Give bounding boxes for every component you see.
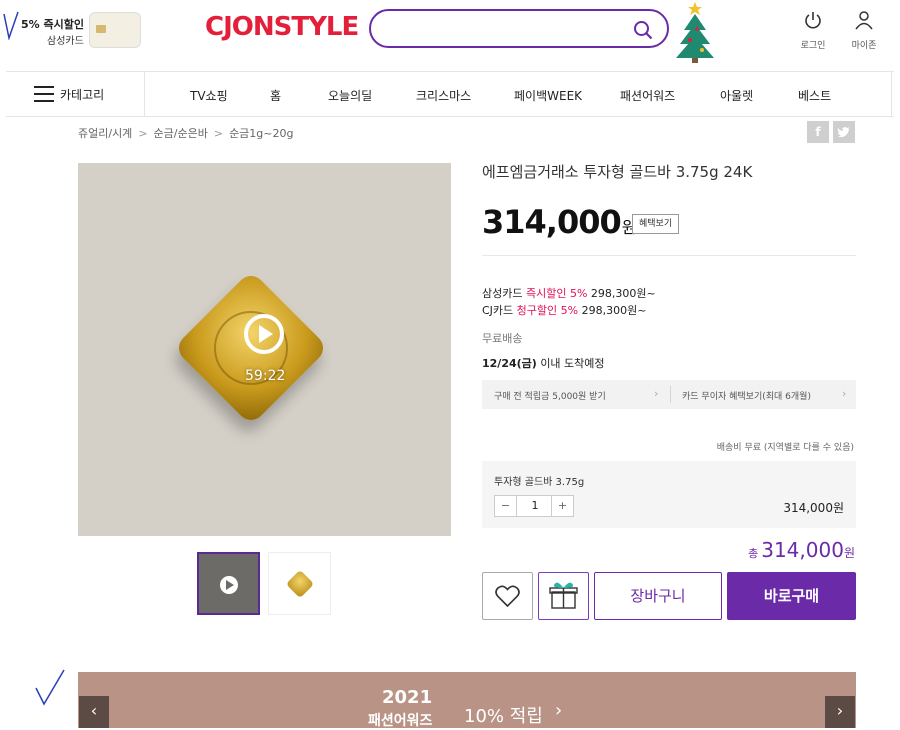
gift-button[interactable] — [538, 572, 589, 620]
login-label: 로그인 — [800, 41, 826, 51]
card-name: 삼성카드 — [482, 287, 523, 300]
chevron-right-icon: › — [654, 387, 659, 400]
nav-item-todays-deal[interactable]: 오늘의딜 — [328, 87, 372, 104]
option-name: 투자형 골드바 3.75g — [494, 477, 585, 488]
breadcrumb-item[interactable]: 순금1g~20g — [229, 127, 293, 140]
card-discount-row: 삼성카드 즉시할인 5% 298,300원~ — [482, 285, 656, 301]
user-icon — [855, 11, 873, 30]
chevron-right-icon: > — [138, 127, 148, 140]
nav-item-outlet[interactable]: 아울렛 — [720, 87, 753, 104]
hamburger-icon — [34, 86, 54, 102]
christmas-tree-icon — [676, 2, 714, 63]
header: 5% 즉시할인 삼성카드 CJONSTYLE 로그인 마이존 — [0, 0, 900, 70]
discount-price: 298,300원~ — [581, 304, 647, 317]
banner-next-button[interactable]: › — [825, 696, 855, 728]
delivery-suffix: 이내 도착예정 — [540, 357, 605, 370]
play-icon — [220, 576, 238, 594]
buy-now-button[interactable]: 바로구매 — [727, 572, 856, 620]
breadcrumb-item[interactable]: 쥬얼리/시계 — [78, 127, 132, 140]
chevron-right-icon: > — [213, 127, 224, 140]
samsung-card-promo[interactable]: 5% 즉시할인 삼성카드 — [3, 6, 141, 50]
total-price: 총 314,000원 — [748, 538, 855, 562]
twitter-share-icon[interactable] — [833, 121, 855, 143]
wishlist-button[interactable] — [482, 572, 533, 620]
banner-subtitle: 패션어워즈 — [368, 713, 433, 729]
main-nav: 카테고리 TV쇼핑 홈 오늘의딜 크리스마스 페이백WEEK 패션어워즈 아울렛… — [6, 71, 894, 117]
total-value: 314,000 — [761, 538, 844, 562]
nav-item-christmas[interactable]: 크리스마스 — [416, 87, 471, 104]
nav-item-tv-shopping[interactable]: TV쇼핑 — [190, 87, 228, 104]
logo-cj: CJ — [205, 12, 233, 42]
login-button[interactable]: 로그인 — [799, 10, 827, 51]
nav-divider — [144, 72, 145, 117]
category-menu-button[interactable]: 카테고리 — [34, 72, 134, 116]
banner-prev-button[interactable]: ‹ — [79, 696, 109, 728]
decrease-button[interactable]: − — [495, 496, 517, 516]
fashion-awards-banner[interactable]: 2021 패션어워즈 10% 적립 › — [78, 672, 856, 729]
option-price: 314,000원 — [783, 501, 844, 515]
logo-onstyle: ONSTYLE — [231, 12, 359, 42]
points-benefit-link[interactable]: 구매 전 적립금 5,000원 받기 — [494, 389, 606, 402]
search-box[interactable] — [369, 9, 669, 48]
chevron-right-icon: › — [555, 700, 563, 721]
increase-button[interactable]: + — [551, 496, 573, 516]
promo-card-text: 삼성카드 — [47, 36, 84, 47]
shipping-note: 배송비 무료 (지역별로 다를 수 있음) — [716, 443, 854, 453]
breadcrumb: 쥬얼리/시계 > 순금/순은바 > 순금1g~20g — [78, 125, 293, 141]
nav-item-home[interactable]: 홈 — [270, 87, 281, 104]
benefit-row: 구매 전 적립금 5,000원 받기 › 카드 무이자 혜택보기(최대 6개월)… — [482, 380, 856, 409]
cj-onstyle-logo[interactable]: CJONSTYLE — [205, 12, 359, 42]
nav-item-payback-week[interactable]: 페이백WEEK — [514, 87, 582, 104]
mypage-label: 마이존 — [851, 41, 877, 51]
discount-price: 298,300원~ — [590, 287, 656, 300]
product-main-image[interactable]: 59:22 — [78, 163, 451, 536]
card-discount-row: CJ카드 청구할인 5% 298,300원~ — [482, 302, 646, 318]
search-input[interactable] — [387, 19, 627, 39]
card-name: CJ카드 — [482, 304, 514, 317]
gift-icon — [549, 582, 578, 609]
play-icon[interactable] — [243, 313, 285, 355]
check-mark-icon — [35, 669, 65, 706]
heart-icon — [495, 585, 520, 608]
total-currency: 원 — [843, 546, 855, 560]
breadcrumb-item[interactable]: 순금/순은바 — [154, 127, 208, 140]
delivery-estimate: 12/24(금) 이내 도착예정 — [482, 355, 605, 371]
power-icon — [805, 12, 821, 29]
option-box: 투자형 골드바 3.75g − 1 + 314,000원 — [482, 461, 856, 528]
search-icon[interactable] — [633, 20, 653, 40]
total-label: 총 — [748, 547, 759, 560]
category-label: 카테고리 — [60, 88, 105, 102]
price-value: 314,000 — [482, 203, 622, 241]
nav-item-fashion-awards[interactable]: 패션어워즈 — [620, 87, 675, 104]
divider — [670, 386, 671, 403]
quantity-stepper: − 1 + — [494, 495, 574, 517]
promo-discount-text: 5% 즉시할인 — [21, 18, 84, 31]
shipping-info: 무료배송 — [482, 332, 523, 345]
thumbnail-image[interactable] — [268, 552, 331, 615]
delivery-date: 12/24(금) — [482, 357, 537, 370]
nav-item-best[interactable]: 베스트 — [798, 87, 831, 104]
product-title: 에프엠금거래소 투자형 골드바 3.75g 24K — [482, 163, 753, 181]
facebook-share-icon[interactable]: f — [807, 121, 829, 143]
discount-label: 청구할인 5% — [516, 304, 579, 317]
video-duration: 59:22 — [245, 368, 286, 384]
benefit-view-button[interactable]: 혜택보기 — [632, 214, 680, 234]
mypage-button[interactable]: 마이존 — [849, 10, 879, 51]
product-price: 314,000원 — [482, 203, 636, 241]
banner-rate: 10% 적립 — [464, 706, 543, 727]
divider — [482, 255, 856, 256]
thumbnail-video[interactable] — [197, 552, 260, 615]
cart-button[interactable]: 장바구니 — [594, 572, 722, 620]
chevron-right-icon: › — [842, 387, 847, 400]
nav-divider — [891, 72, 892, 117]
quantity-value[interactable]: 1 — [517, 496, 553, 516]
discount-label: 즉시할인 5% — [525, 287, 588, 300]
credit-card-icon — [89, 12, 141, 48]
banner-year: 2021 — [382, 687, 433, 708]
check-mark-icon — [3, 11, 19, 40]
installment-benefit-link[interactable]: 카드 무이자 혜택보기(최대 6개월) — [682, 389, 811, 402]
